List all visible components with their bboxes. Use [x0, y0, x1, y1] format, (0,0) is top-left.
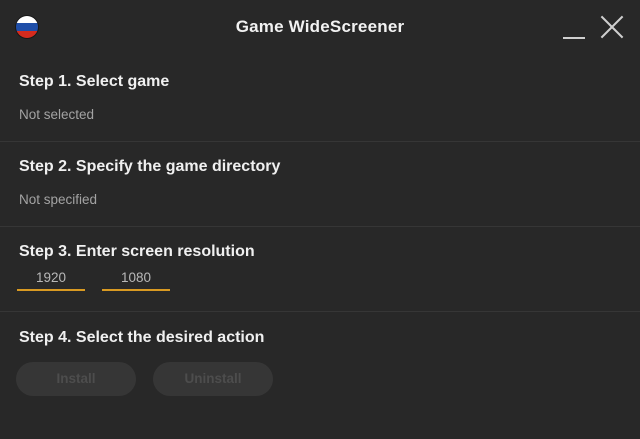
resolution-height-input[interactable]	[102, 265, 170, 291]
title-bar: Game WideScreener	[0, 0, 640, 56]
step3-title: Step 3. Enter screen resolution	[19, 243, 255, 260]
step1-title: Step 1. Select game	[19, 73, 170, 90]
step2-title: Step 2. Specify the game directory	[19, 158, 281, 175]
step1-game-selector[interactable]: Not selected	[19, 107, 94, 122]
divider	[0, 226, 640, 227]
step2-directory-selector[interactable]: Not specified	[19, 192, 97, 207]
uninstall-button[interactable]: Uninstall	[153, 362, 273, 396]
close-icon[interactable]	[599, 14, 625, 40]
step4-title: Step 4. Select the desired action	[19, 329, 265, 346]
window-title: Game WideScreener	[235, 17, 405, 36]
resolution-width-input[interactable]	[17, 265, 85, 291]
app-window: Game WideScreener Step 1. Select game No…	[0, 0, 640, 439]
divider	[0, 311, 640, 312]
minimize-icon[interactable]	[561, 14, 587, 40]
divider	[0, 141, 640, 142]
install-button[interactable]: Install	[16, 362, 136, 396]
